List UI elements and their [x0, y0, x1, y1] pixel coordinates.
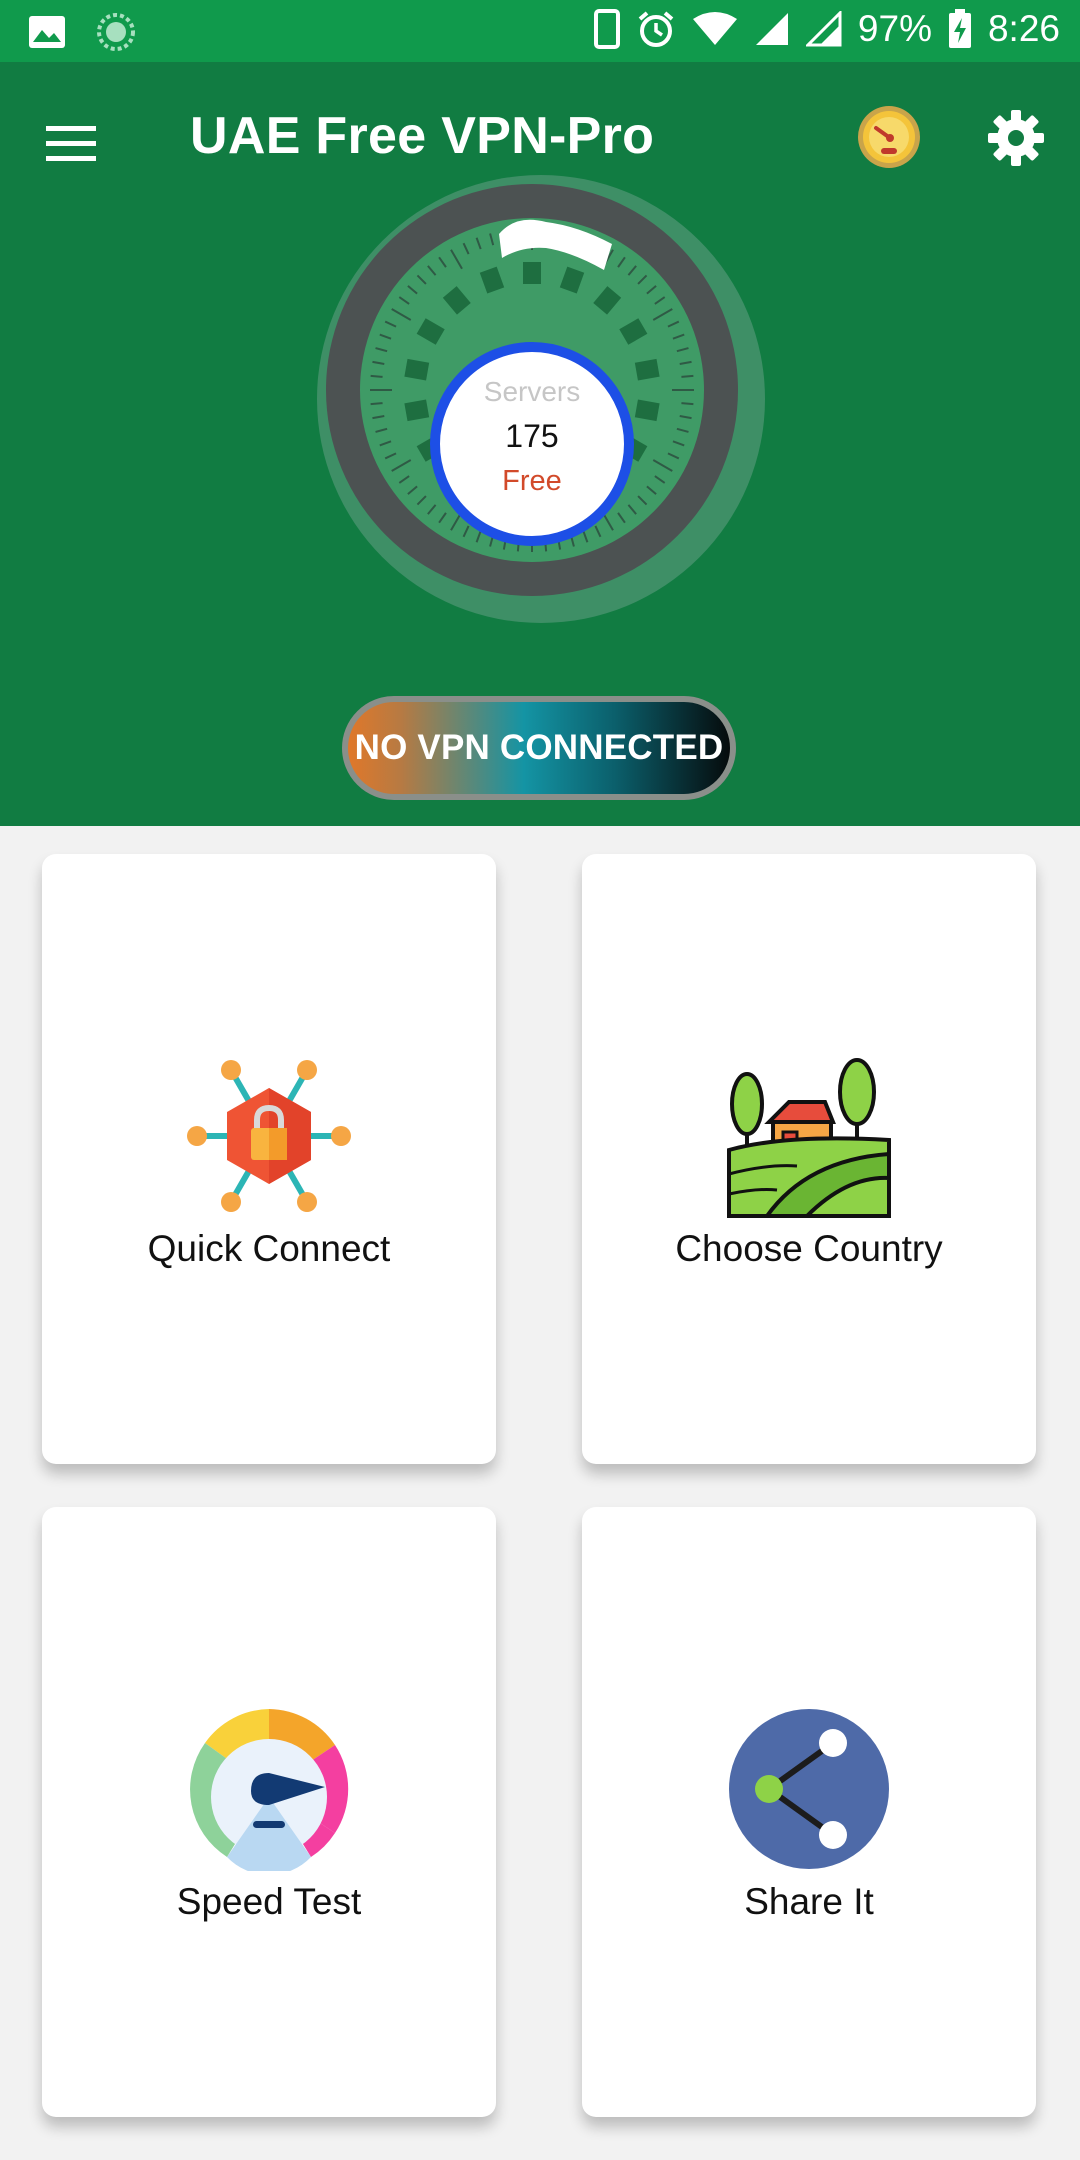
choose-country-card[interactable]: Choose Country — [582, 854, 1036, 1464]
dial-block — [634, 358, 660, 381]
battery-percent: 97% — [857, 8, 932, 49]
dial-tick — [370, 402, 383, 406]
speed-test-label: Speed Test — [176, 1881, 362, 1922]
status-bar: 97% 8:26 — [0, 0, 1080, 62]
share-it-card[interactable]: Share It — [582, 1507, 1036, 2117]
servers-count: 175 — [505, 418, 559, 454]
dial-tick — [681, 374, 694, 378]
clock: 8:26 — [987, 8, 1060, 49]
connection-status-button[interactable]: NO VPN CONNECTED — [342, 696, 736, 800]
servers-type: Free — [502, 465, 562, 497]
dial-block — [404, 399, 430, 422]
dial-tick — [370, 374, 383, 378]
signal-icon — [805, 11, 842, 47]
battery-charging-icon — [948, 9, 971, 48]
signal-icon — [755, 13, 788, 45]
alarm-icon — [638, 11, 674, 47]
app-title: UAE Free VPN-Pro — [190, 107, 655, 165]
share-icon — [729, 1709, 889, 1869]
dial-tick — [681, 402, 694, 406]
quick-connect-label: Quick Connect — [147, 1228, 391, 1269]
image-icon — [29, 16, 65, 48]
quick-connect-card[interactable]: Quick Connect — [42, 854, 496, 1464]
phone-icon — [593, 9, 620, 49]
menu-icon[interactable] — [44, 116, 100, 172]
servers-label: Servers — [483, 376, 581, 407]
network-lock-icon — [187, 1060, 351, 1212]
share-it-label: Share It — [744, 1881, 874, 1922]
dial-block — [523, 262, 541, 284]
server-count-circle: Servers 175 Free — [430, 342, 634, 546]
farm-landscape-icon — [727, 1058, 891, 1218]
speed-test-card[interactable]: Speed Test — [42, 1507, 496, 2117]
gear-icon[interactable] — [986, 108, 1046, 168]
choose-country-label: Choose Country — [675, 1228, 943, 1269]
wifi-icon — [692, 12, 737, 45]
dial-block — [404, 358, 430, 381]
speedometer-icon[interactable] — [856, 104, 922, 170]
dial-block — [634, 399, 660, 422]
connection-status-label: NO VPN CONNECTED — [354, 728, 724, 767]
loading-icon — [97, 13, 135, 51]
speedometer-icon — [190, 1709, 349, 1871]
